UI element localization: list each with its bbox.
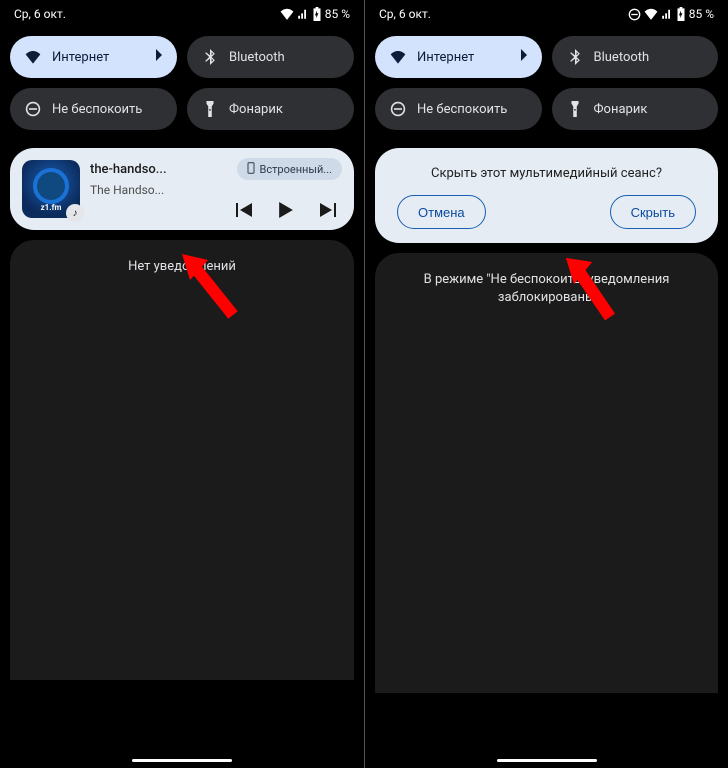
qs-label: Фонарик: [229, 102, 340, 117]
qs-label: Bluetooth: [229, 50, 340, 65]
battery-icon: [676, 7, 686, 21]
play-button[interactable]: [276, 200, 296, 220]
chevron-right-icon: [520, 49, 528, 65]
battery-percent: 85 %: [325, 7, 350, 21]
qs-dnd[interactable]: Не беспокоить: [375, 88, 542, 130]
signal-icon: [661, 8, 673, 20]
qs-internet[interactable]: Интернет: [10, 36, 177, 78]
qs-flashlight[interactable]: Фонарик: [552, 88, 719, 130]
media-artist: The Handso...: [90, 183, 342, 197]
status-bar: Ср, 6 окт. 85 %: [365, 0, 728, 28]
screen-left: Ср, 6 окт. 85 % Интернет: [0, 0, 364, 768]
dnd-icon: [24, 101, 42, 117]
signal-icon: [297, 8, 309, 20]
qs-label: Не беспокоить: [417, 102, 528, 117]
qs-flashlight[interactable]: Фонарик: [187, 88, 354, 130]
prev-button[interactable]: [234, 200, 254, 220]
dnd-status-icon: [628, 8, 641, 21]
battery-icon: [312, 7, 322, 21]
qs-label: Интернет: [417, 50, 510, 65]
notification-shade[interactable]: Нет уведомлений: [10, 240, 354, 680]
status-bar: Ср, 6 окт. 85 %: [0, 0, 364, 28]
status-right: 85 %: [280, 7, 350, 21]
album-source: z1.fm: [41, 203, 62, 218]
qs-label: Bluetooth: [594, 50, 705, 65]
bluetooth-icon: [201, 49, 219, 65]
next-button[interactable]: [318, 200, 338, 220]
output-chip[interactable]: Встроенный...: [237, 158, 342, 180]
home-indicator[interactable]: [497, 759, 597, 762]
qs-bluetooth[interactable]: Bluetooth: [552, 36, 719, 78]
music-note-icon: ♪: [66, 204, 84, 222]
qs-bluetooth[interactable]: Bluetooth: [187, 36, 354, 78]
qs-label: Не беспокоить: [52, 102, 163, 117]
battery-percent: 85 %: [689, 7, 714, 21]
dnd-icon: [389, 101, 407, 117]
wifi-icon: [24, 50, 42, 64]
media-card[interactable]: z1.fm ♪ the-handso... The Handso... Встр…: [10, 148, 354, 230]
qs-label: Интернет: [52, 50, 145, 65]
qs-internet[interactable]: Интернет: [375, 36, 542, 78]
chevron-right-icon: [155, 49, 163, 65]
output-label: Встроенный...: [260, 163, 332, 176]
flashlight-icon: [566, 101, 584, 117]
screen-right: Ср, 6 окт. 85 % Интернет: [364, 0, 728, 768]
status-right: 85 %: [628, 7, 714, 21]
dnd-blocked-text: В режиме "Не беспокоить" уведомления заб…: [375, 271, 718, 307]
status-date: Ср, 6 окт.: [14, 7, 66, 21]
hide-media-dialog: Скрыть этот мультимедийный сеанс? Отмена…: [375, 148, 718, 243]
quick-settings: Интернет Bluetooth Не беспокоить: [0, 28, 364, 148]
phone-icon: [247, 162, 255, 177]
qs-dnd[interactable]: Не беспокоить: [10, 88, 177, 130]
wifi-icon: [280, 8, 294, 20]
album-art: z1.fm ♪: [22, 160, 80, 218]
quick-settings: Интернет Bluetooth Не беспокоить: [365, 28, 728, 148]
status-date: Ср, 6 окт.: [379, 7, 431, 21]
bluetooth-icon: [566, 49, 584, 65]
flashlight-icon: [201, 101, 219, 117]
notification-shade[interactable]: В режиме "Не беспокоить" уведомления заб…: [375, 253, 718, 693]
wifi-icon: [389, 50, 407, 64]
dialog-text: Скрыть этот мультимедийный сеанс?: [391, 166, 702, 181]
qs-label: Фонарик: [594, 102, 705, 117]
no-notifications-text: Нет уведомлений: [10, 258, 354, 276]
hide-button[interactable]: Скрыть: [610, 195, 696, 229]
cancel-button[interactable]: Отмена: [397, 195, 486, 229]
wifi-icon: [644, 8, 658, 20]
home-indicator[interactable]: [132, 759, 232, 762]
